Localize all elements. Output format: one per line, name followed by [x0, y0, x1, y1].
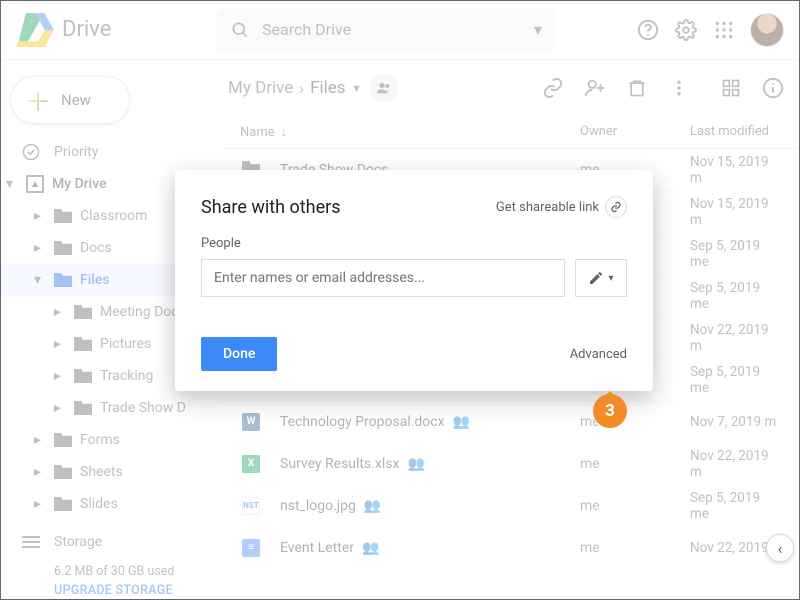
people-input[interactable] — [201, 259, 565, 297]
tutorial-hint-badge: 3 — [593, 394, 627, 428]
dialog-title: Share with others — [201, 197, 341, 218]
caret-down-icon: ▾ — [608, 273, 613, 284]
advanced-link[interactable]: Advanced — [570, 347, 627, 362]
share-dialog: Share with others Get shareable link Peo… — [175, 170, 653, 391]
side-panel-toggle[interactable]: ‹ — [766, 534, 794, 562]
shareable-link-label: Get shareable link — [496, 200, 599, 215]
done-button[interactable]: Done — [201, 337, 277, 371]
people-label: People — [201, 236, 627, 251]
permission-dropdown[interactable]: ▾ — [575, 259, 627, 297]
get-shareable-link[interactable]: Get shareable link — [496, 196, 627, 218]
link-icon — [605, 196, 627, 218]
